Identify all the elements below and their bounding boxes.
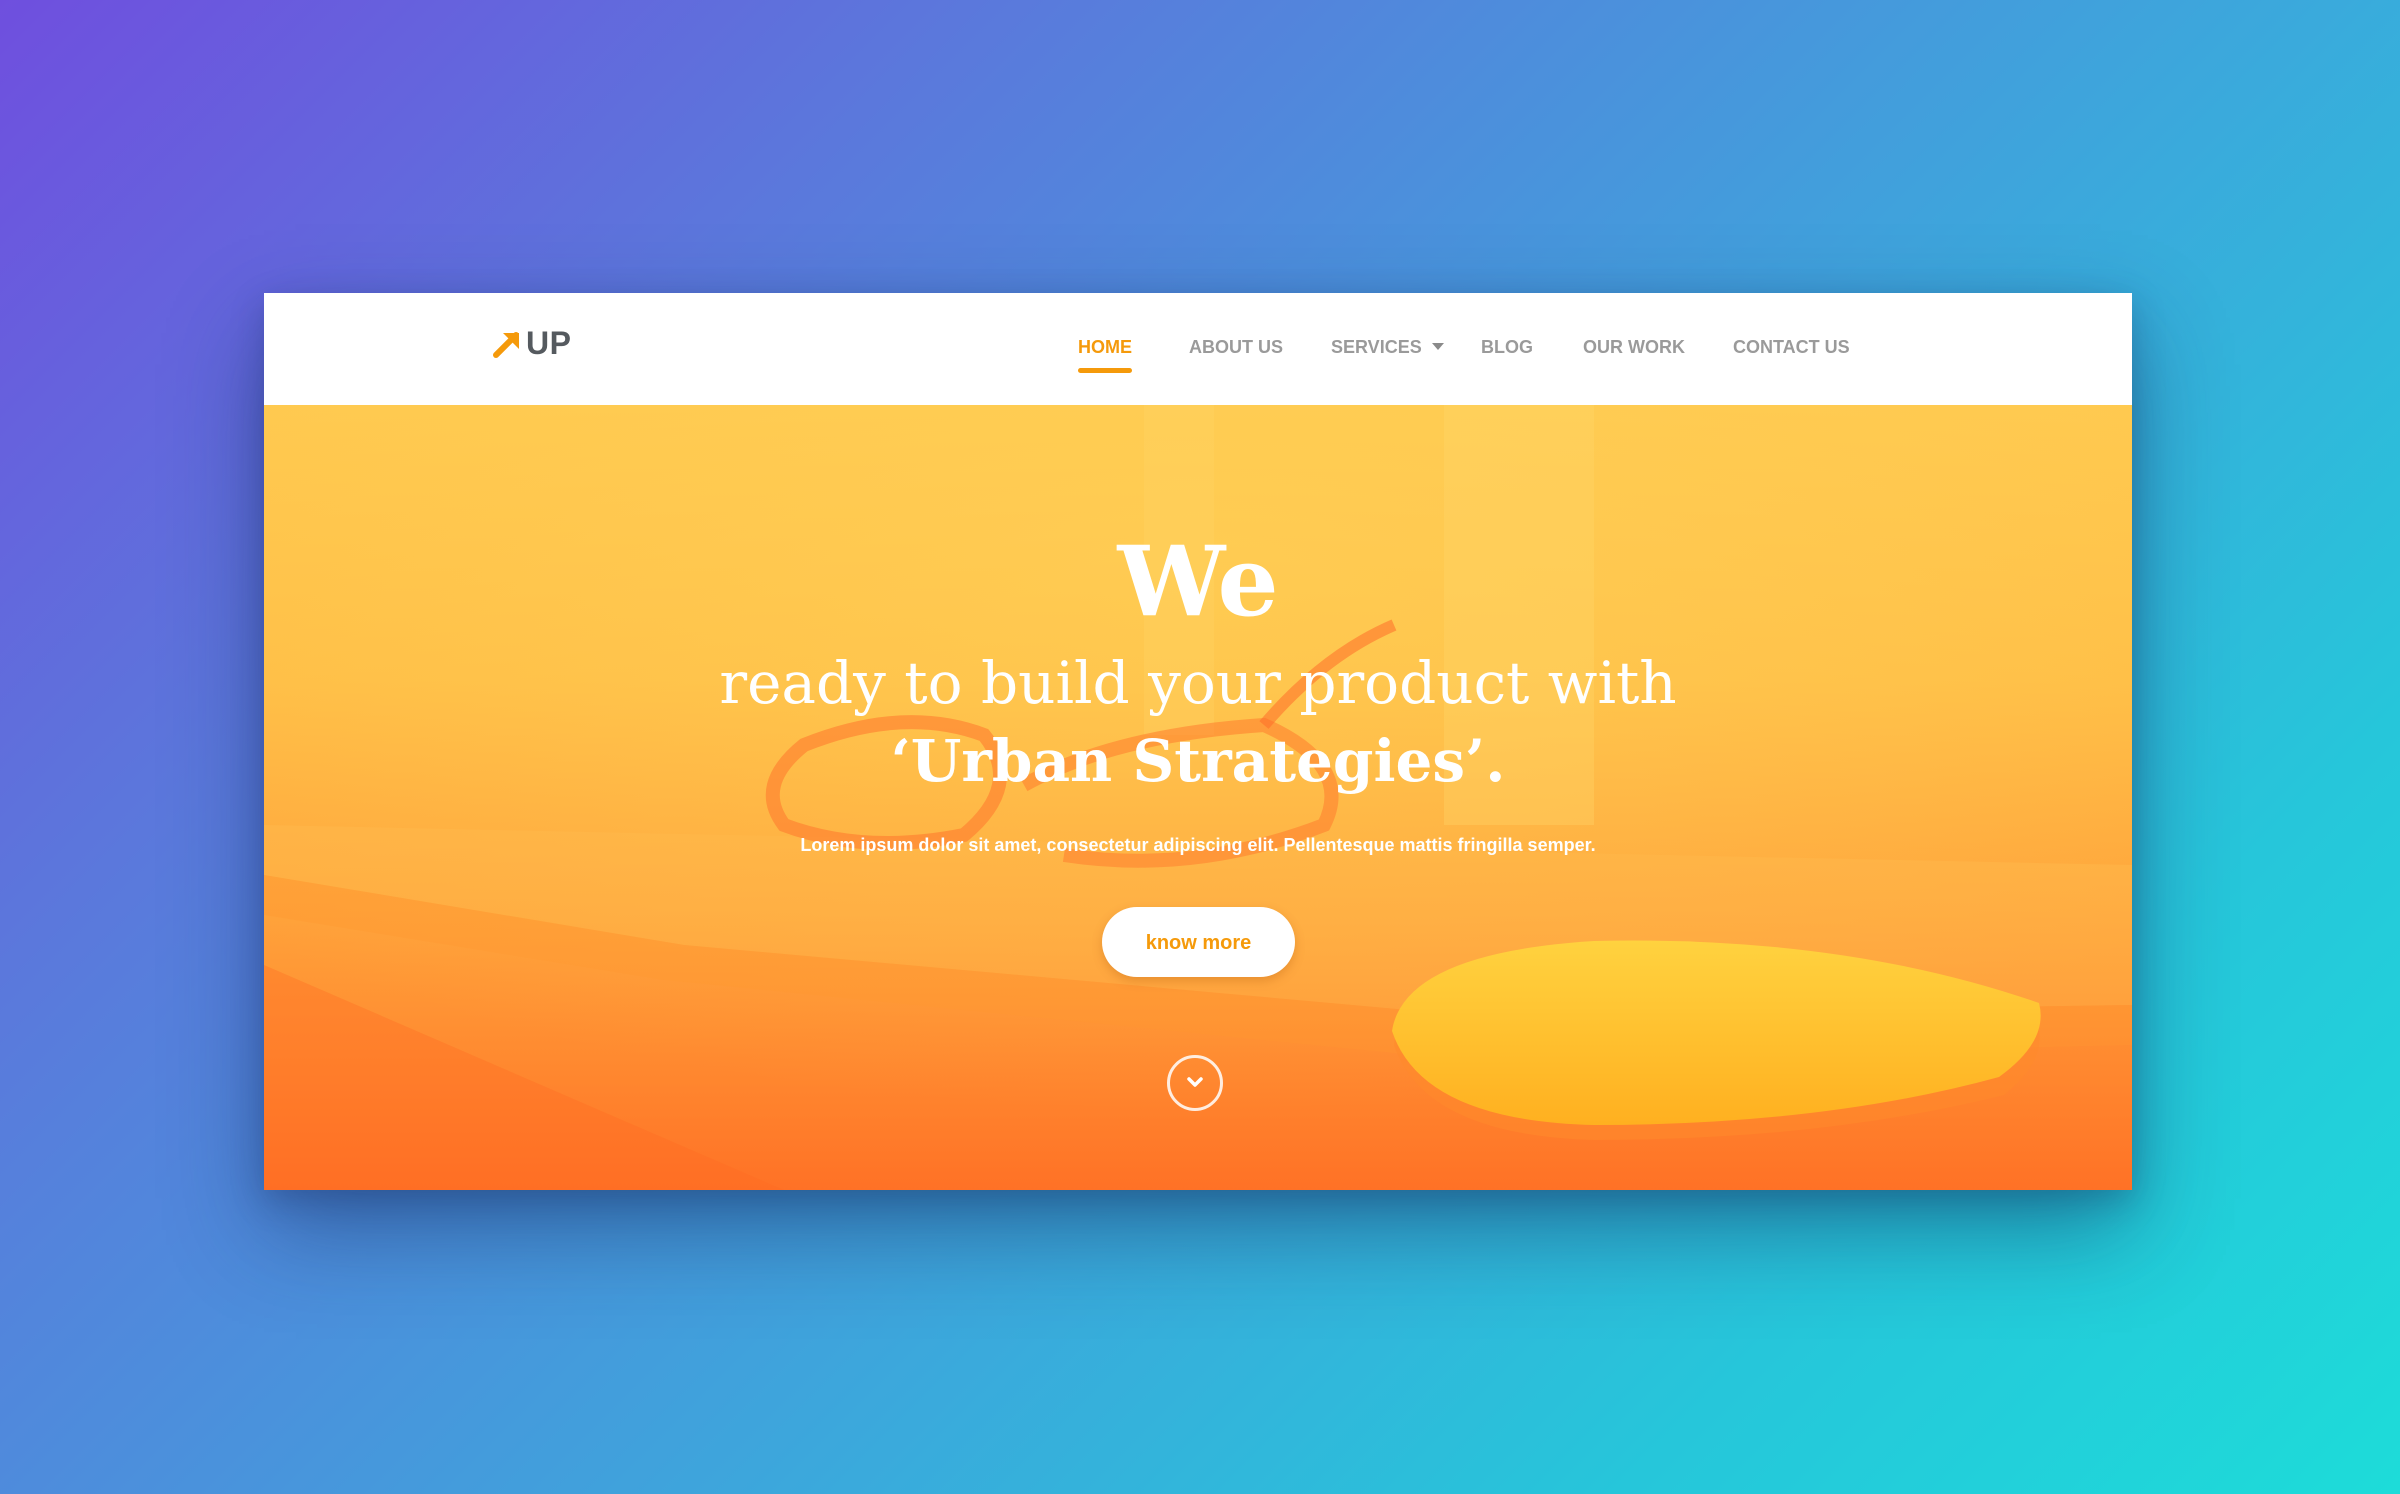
hero-title-line3: ‘Urban Strategies’. (890, 727, 1506, 795)
nav-item-services-label: SERVICES (1331, 337, 1422, 357)
chevron-down-icon (1187, 1077, 1203, 1087)
nav-item-about-us[interactable]: ABOUT US (1189, 337, 1283, 357)
hero-title-we: We (1117, 525, 1279, 638)
caret-down-icon (1431, 342, 1444, 350)
know-more-button[interactable]: know more (1102, 907, 1295, 977)
hero-title-line2: ready to build your product with (719, 649, 1677, 717)
navbar: UP HOME ABOUT US SERVICES BLOG OUR WORK … (264, 293, 2132, 405)
main-nav: HOME ABOUT US SERVICES BLOG OUR WORK CON… (264, 293, 2132, 405)
scroll-down-button[interactable] (1167, 1055, 1223, 1111)
nav-item-blog[interactable]: BLOG (1481, 337, 1533, 357)
nav-item-our-work[interactable]: OUR WORK (1583, 337, 1685, 357)
website-preview: UP HOME ABOUT US SERVICES BLOG OUR WORK … (264, 293, 2132, 1190)
nav-item-services[interactable]: SERVICES (1331, 337, 1444, 357)
nav-item-home[interactable]: HOME (1078, 337, 1132, 373)
hero-section: We ready to build your product with ‘Urb… (264, 405, 2132, 1190)
hero-subtext: Lorem ipsum dolor sit amet, consectetur … (800, 835, 1596, 855)
nav-item-contact-us[interactable]: CONTACT US (1733, 337, 1850, 357)
